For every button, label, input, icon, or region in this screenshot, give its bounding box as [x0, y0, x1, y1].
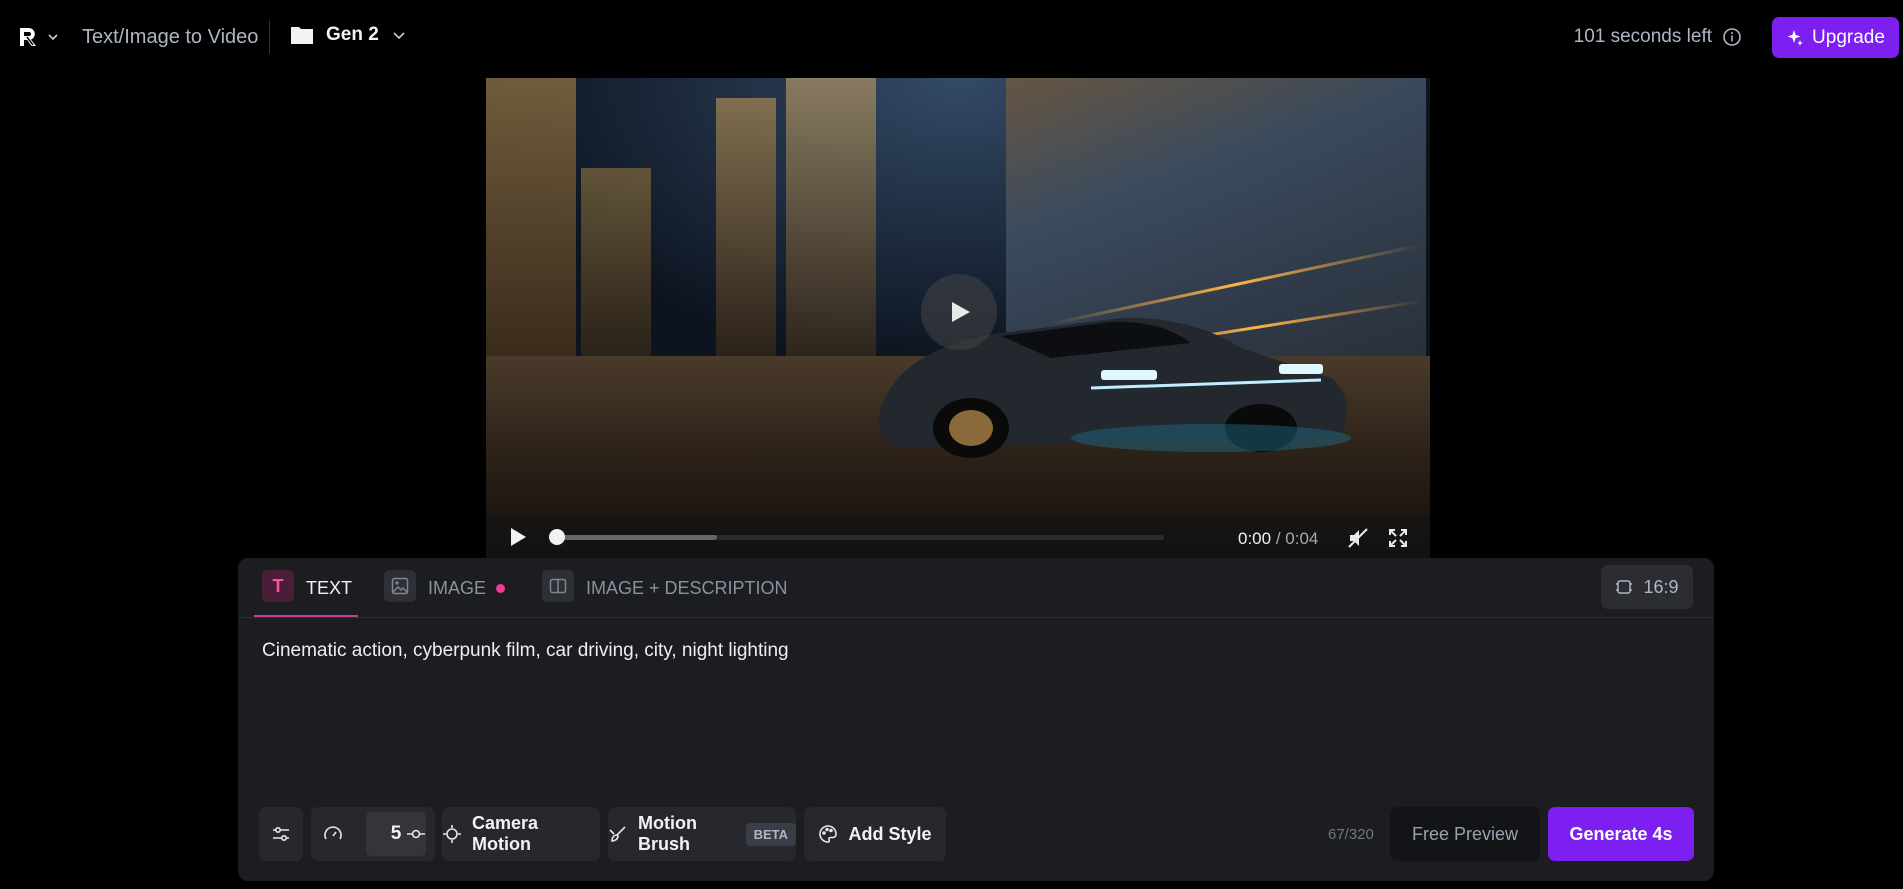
- video-frame-building: [581, 168, 651, 368]
- split-layout-icon: [542, 570, 574, 602]
- aspect-ratio-value: 16:9: [1643, 576, 1679, 597]
- free-preview-button[interactable]: Free Preview: [1390, 807, 1540, 861]
- tab-image[interactable]: IMAGE: [384, 570, 506, 617]
- chevron-down-icon: [391, 27, 407, 43]
- motion-brush-button[interactable]: Motion Brush BETA: [608, 807, 796, 861]
- image-icon: [384, 570, 416, 602]
- camera-motion-button[interactable]: Camera Motion: [442, 807, 600, 861]
- slider-handle-icon: [406, 824, 426, 844]
- tab-text-label: TEXT: [306, 578, 353, 598]
- upgrade-button[interactable]: Upgrade: [1772, 17, 1899, 58]
- camera-motion-label: Camera Motion: [472, 813, 539, 854]
- tab-image-label: IMAGE: [428, 578, 487, 598]
- play-icon[interactable]: [508, 527, 528, 547]
- duration: 0:04: [1285, 529, 1319, 548]
- new-indicator-dot: [496, 584, 506, 593]
- seconds-left-text: 101 seconds left: [1573, 26, 1712, 47]
- aspect-ratio-button[interactable]: 16:9: [1601, 565, 1693, 609]
- palette-icon: [818, 824, 838, 844]
- aspect-ratio-icon: [1615, 578, 1633, 596]
- project-name: Gen 2: [326, 24, 379, 45]
- mute-icon[interactable]: [1348, 528, 1370, 548]
- fullscreen-icon[interactable]: [1388, 528, 1408, 548]
- speedometer-icon: [323, 824, 343, 844]
- upgrade-label: Upgrade: [1812, 26, 1885, 48]
- project-selector[interactable]: Gen 2: [290, 24, 407, 46]
- top-bar: Text/Image to Video Gen 2 101 seconds le…: [0, 0, 1903, 74]
- tab-text[interactable]: T TEXT: [254, 570, 358, 617]
- video-frame-building: [716, 98, 776, 358]
- motion-speed-control[interactable]: 5: [311, 807, 435, 861]
- tool-name[interactable]: Text/Image to Video: [82, 26, 258, 49]
- current-time: 0:00: [1238, 529, 1272, 548]
- video-buffer-bar: [552, 535, 718, 540]
- input-mode-tabs: T TEXT IMAGE IMAGE + DESCRIPTION 16:9: [238, 558, 1714, 618]
- divider: [269, 20, 270, 54]
- motion-brush-label: Motion Brush: [638, 813, 697, 854]
- brush-icon: [608, 824, 628, 844]
- generate-button[interactable]: Generate 4s: [1548, 807, 1694, 861]
- folder-icon: [290, 24, 314, 46]
- video-controls: 0:00 / 0:04: [486, 516, 1430, 558]
- sliders-icon: [271, 824, 291, 844]
- video-player[interactable]: 0:00 / 0:04: [486, 78, 1430, 558]
- settings-button[interactable]: [259, 807, 303, 861]
- tab-image-description-label: IMAGE + DESCRIPTION: [586, 578, 788, 598]
- play-icon: [944, 297, 974, 327]
- info-icon[interactable]: [1722, 27, 1742, 47]
- text-icon: T: [262, 570, 294, 602]
- character-count: 67/320: [1328, 826, 1374, 843]
- video-seek-handle[interactable]: [549, 529, 565, 545]
- add-style-label: Add Style: [848, 823, 932, 844]
- add-style-button[interactable]: Add Style: [804, 807, 946, 861]
- video-play-overlay-button[interactable]: [921, 274, 997, 350]
- video-time: 0:00 / 0:04: [1238, 529, 1318, 549]
- runway-logo-icon: [16, 25, 40, 49]
- credits-remaining: 101 seconds left: [1574, 26, 1742, 48]
- tab-image-description[interactable]: IMAGE + DESCRIPTION: [542, 570, 788, 617]
- camera-motion-icon: [442, 824, 462, 844]
- video-frame-building: [486, 78, 576, 378]
- generation-panel: T TEXT IMAGE IMAGE + DESCRIPTION 16:9 Ci…: [238, 558, 1714, 881]
- time-separator: /: [1275, 529, 1281, 548]
- beta-badge: BETA: [745, 822, 796, 846]
- prompt-textarea[interactable]: Cinematic action, cyberpunk film, car dr…: [262, 640, 1682, 662]
- sparkle-icon: [1786, 29, 1804, 47]
- chevron-down-icon: [46, 30, 60, 44]
- app-menu[interactable]: [16, 25, 60, 49]
- video-seek-bar[interactable]: [549, 529, 1164, 545]
